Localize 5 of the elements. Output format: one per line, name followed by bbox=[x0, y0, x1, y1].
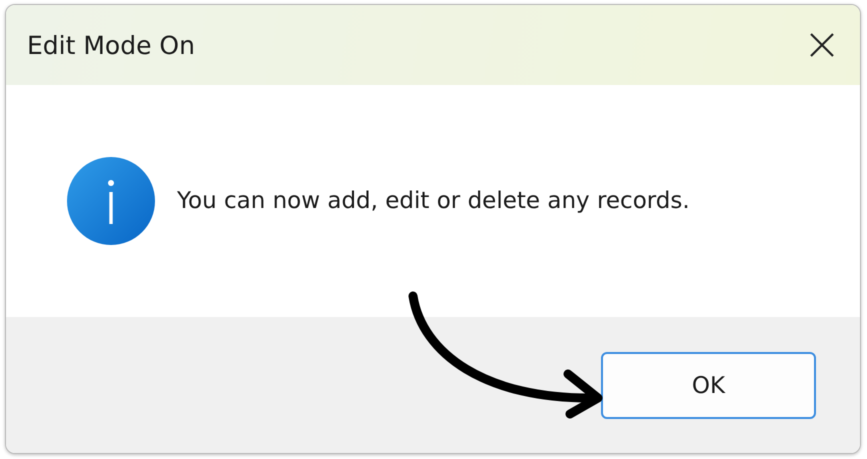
info-icon bbox=[67, 157, 155, 245]
close-icon bbox=[809, 32, 835, 58]
window-title: Edit Mode On bbox=[27, 30, 195, 60]
message-text: You can now add, edit or delete any records. bbox=[177, 188, 690, 214]
ok-button[interactable]: OK bbox=[601, 352, 816, 419]
